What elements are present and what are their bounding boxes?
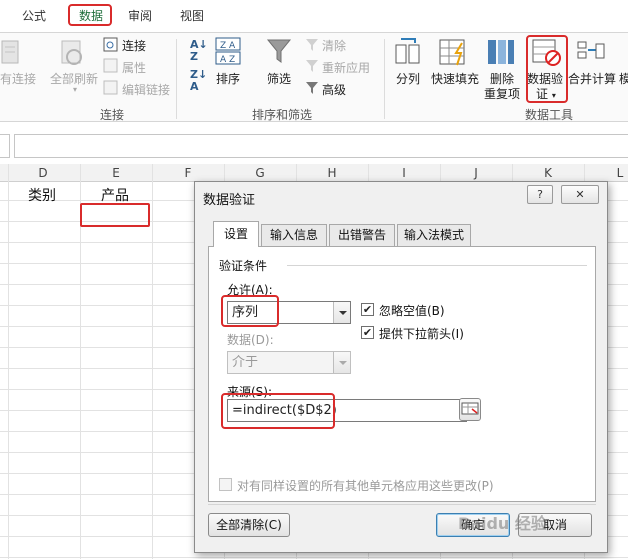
clear-button[interactable]: 清除: [322, 37, 346, 54]
highlight-cell-e2[interactable]: [80, 203, 150, 227]
tab-error-alert[interactable]: 出错警告: [329, 224, 395, 246]
grid-line: [152, 164, 153, 559]
edit-links-icon: [103, 80, 118, 95]
column-header-f[interactable]: F: [152, 164, 224, 182]
what-if-button[interactable]: 模: [619, 70, 628, 87]
group-label-data-tools: 数据工具: [524, 108, 573, 122]
close-button[interactable]: ✕: [561, 185, 599, 204]
properties-icon: [103, 58, 118, 73]
chevron-down-icon[interactable]: [333, 302, 350, 323]
ribbon: 有连接 全部刷新 ▾ 连接 属性 编辑链接 连接 A↓ Z Z↓ A Z A A Z…: [0, 32, 628, 122]
data-validation-dialog: 数据验证 ? ✕ 设置 输入信息 出错警告 输入法模式 验证条件 允许(A): …: [194, 181, 608, 553]
remove-duplicates-icon: [488, 40, 514, 64]
column-header-h[interactable]: H: [296, 164, 368, 182]
advanced-filter-icon: [306, 82, 318, 94]
range-picker-button[interactable]: [459, 398, 481, 421]
data-select[interactable]: 介于: [227, 351, 351, 374]
range-select-icon: [461, 402, 479, 415]
cell-d1[interactable]: 类别: [28, 185, 56, 205]
sort-az-button[interactable]: A↓ Z: [190, 39, 208, 63]
svg-text:Z A: Z A: [220, 41, 236, 51]
group-separator: [384, 39, 385, 119]
group-separator: [176, 39, 177, 119]
clear-filter-icon: [306, 39, 318, 51]
column-header-g[interactable]: G: [224, 164, 296, 182]
column-headers: D E F G H I J K L: [0, 164, 628, 182]
column-header-d[interactable]: D: [8, 164, 78, 182]
existing-connections-button[interactable]: 有连接: [0, 70, 36, 87]
sort-za-button[interactable]: Z↓ A: [190, 69, 207, 93]
tab-ime-mode[interactable]: 输入法模式: [397, 224, 471, 246]
properties-button[interactable]: 属性: [122, 59, 146, 76]
column-header-e[interactable]: E: [80, 164, 152, 182]
tab-review[interactable]: 审阅: [124, 6, 156, 26]
highlight-data-tab: [68, 4, 112, 26]
help-button[interactable]: ?: [527, 185, 553, 204]
reapply-icon: [306, 60, 318, 72]
settings-panel: 验证条件 允许(A): 序列 ✔ 忽略空值(B) ✔ 提供下拉箭头(I) 数据(…: [208, 246, 596, 502]
flash-fill-icon: [439, 39, 465, 66]
consolidate-button[interactable]: 合并计算: [568, 70, 616, 87]
footer-divider: [208, 504, 596, 505]
sort-icon: Z A A Z: [215, 37, 241, 65]
apply-all-checkbox[interactable]: [219, 478, 232, 491]
consolidate-icon: [577, 41, 605, 59]
connections-icon: [103, 37, 118, 52]
chevron-down-icon[interactable]: [333, 352, 350, 373]
data-label: 数据(D):: [227, 333, 274, 347]
reapply-button[interactable]: 重新应用: [322, 59, 370, 76]
refresh-all-icon: [61, 40, 82, 65]
group-label-connections: 连接: [99, 108, 124, 122]
text-to-columns-button[interactable]: 分列: [396, 70, 420, 87]
edit-links-button[interactable]: 编辑链接: [122, 81, 170, 98]
section-title-validation-criteria: 验证条件: [219, 259, 268, 273]
clear-all-button[interactable]: 全部清除(C): [208, 513, 290, 537]
formula-bar-row: [0, 122, 628, 164]
flash-fill-button[interactable]: 快速填充: [431, 70, 479, 87]
tab-input-message[interactable]: 输入信息: [261, 224, 327, 246]
column-header-j[interactable]: J: [440, 164, 512, 182]
existing-connections-icon: [1, 40, 19, 64]
highlight-source-input: [221, 393, 335, 429]
remove-duplicates-label-line2: 重复项: [484, 87, 521, 101]
dropdown-arrow-label[interactable]: 提供下拉箭头(I): [379, 325, 464, 342]
highlight-allow-select: [221, 295, 279, 327]
name-box[interactable]: [0, 134, 10, 158]
watermark-logo: Baidu 经验: [458, 514, 547, 533]
apply-all-label[interactable]: 对有同样设置的所有其他单元格应用这些更改(P): [237, 477, 494, 494]
ignore-blank-checkbox[interactable]: ✔: [361, 303, 374, 316]
column-header-k[interactable]: K: [512, 164, 584, 182]
tab-settings[interactable]: 设置: [213, 221, 259, 247]
section-divider: [287, 265, 587, 266]
refresh-dropdown-icon[interactable]: ▾: [73, 85, 77, 94]
group-label-sort-filter: 排序和筛选: [251, 108, 312, 122]
advanced-button[interactable]: 高级: [322, 81, 346, 98]
grid-line: [8, 164, 9, 559]
column-header-l[interactable]: L: [584, 164, 628, 182]
dialog-title: 数据验证: [203, 193, 256, 208]
cell-e1[interactable]: 产品: [101, 185, 129, 205]
connections-button[interactable]: 连接: [122, 37, 146, 54]
filter-button[interactable]: 筛选: [267, 70, 291, 87]
tab-formulas[interactable]: 公式: [18, 6, 50, 26]
ignore-blank-label[interactable]: 忽略空值(B): [379, 302, 445, 319]
column-header-i[interactable]: I: [368, 164, 440, 182]
tab-view[interactable]: 视图: [176, 6, 208, 26]
ribbon-tab-bar: 公式 数据 审阅 视图: [0, 0, 628, 32]
sort-button[interactable]: 排序: [216, 70, 240, 87]
svg-text:A Z: A Z: [220, 55, 235, 65]
formula-input[interactable]: [14, 134, 628, 158]
dropdown-arrow-checkbox[interactable]: ✔: [361, 326, 374, 339]
text-to-columns-icon: [395, 38, 420, 64]
filter-icon: [266, 39, 292, 63]
highlight-data-validation: [526, 35, 568, 103]
